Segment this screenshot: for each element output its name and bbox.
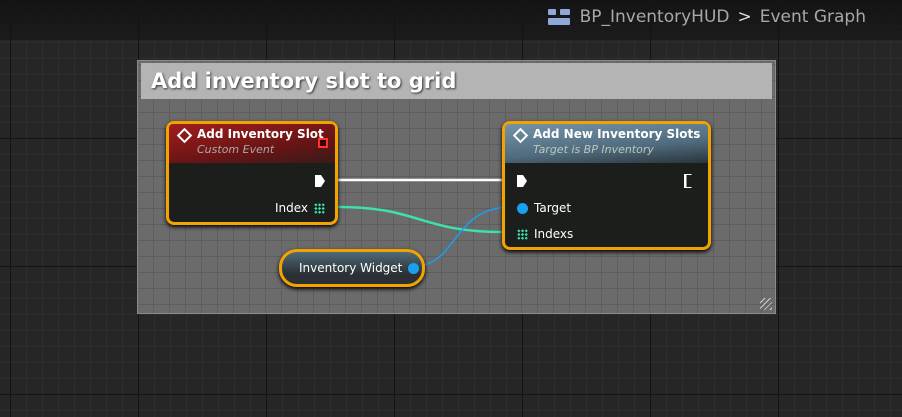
indexs-pin[interactable] <box>517 228 528 240</box>
delegate-pin[interactable] <box>318 138 328 148</box>
node-subtitle: Custom Event <box>197 143 275 156</box>
node-title: Add New Inventory Slots <box>533 127 701 141</box>
function-icon <box>512 127 529 144</box>
function-call-node[interactable]: Add New Inventory Slots Target is BP Inv… <box>502 121 711 250</box>
wires <box>337 178 513 268</box>
exec-out-pin[interactable] <box>684 174 696 188</box>
output-pin[interactable] <box>408 262 420 274</box>
node-title: Add Inventory Slot <box>197 127 324 141</box>
pin-label: Index <box>274 201 308 215</box>
variable-get-node[interactable]: Inventory Widget <box>279 249 425 287</box>
custom-event-node[interactable]: Add Inventory Slot Custom Event Index <box>166 121 338 225</box>
variable-label: Inventory Widget <box>299 261 403 275</box>
target-wire <box>409 206 513 268</box>
pin-label: Indexs <box>534 227 574 241</box>
event-icon <box>176 127 193 144</box>
node-subtitle: Target is BP Inventory <box>533 143 654 156</box>
exec-out-pin[interactable] <box>315 175 325 187</box>
pin-label: Target <box>534 201 572 215</box>
exec-in-pin[interactable] <box>517 175 527 187</box>
index-pin[interactable] <box>314 202 325 214</box>
index-wire <box>337 205 504 234</box>
target-pin[interactable] <box>517 202 528 214</box>
